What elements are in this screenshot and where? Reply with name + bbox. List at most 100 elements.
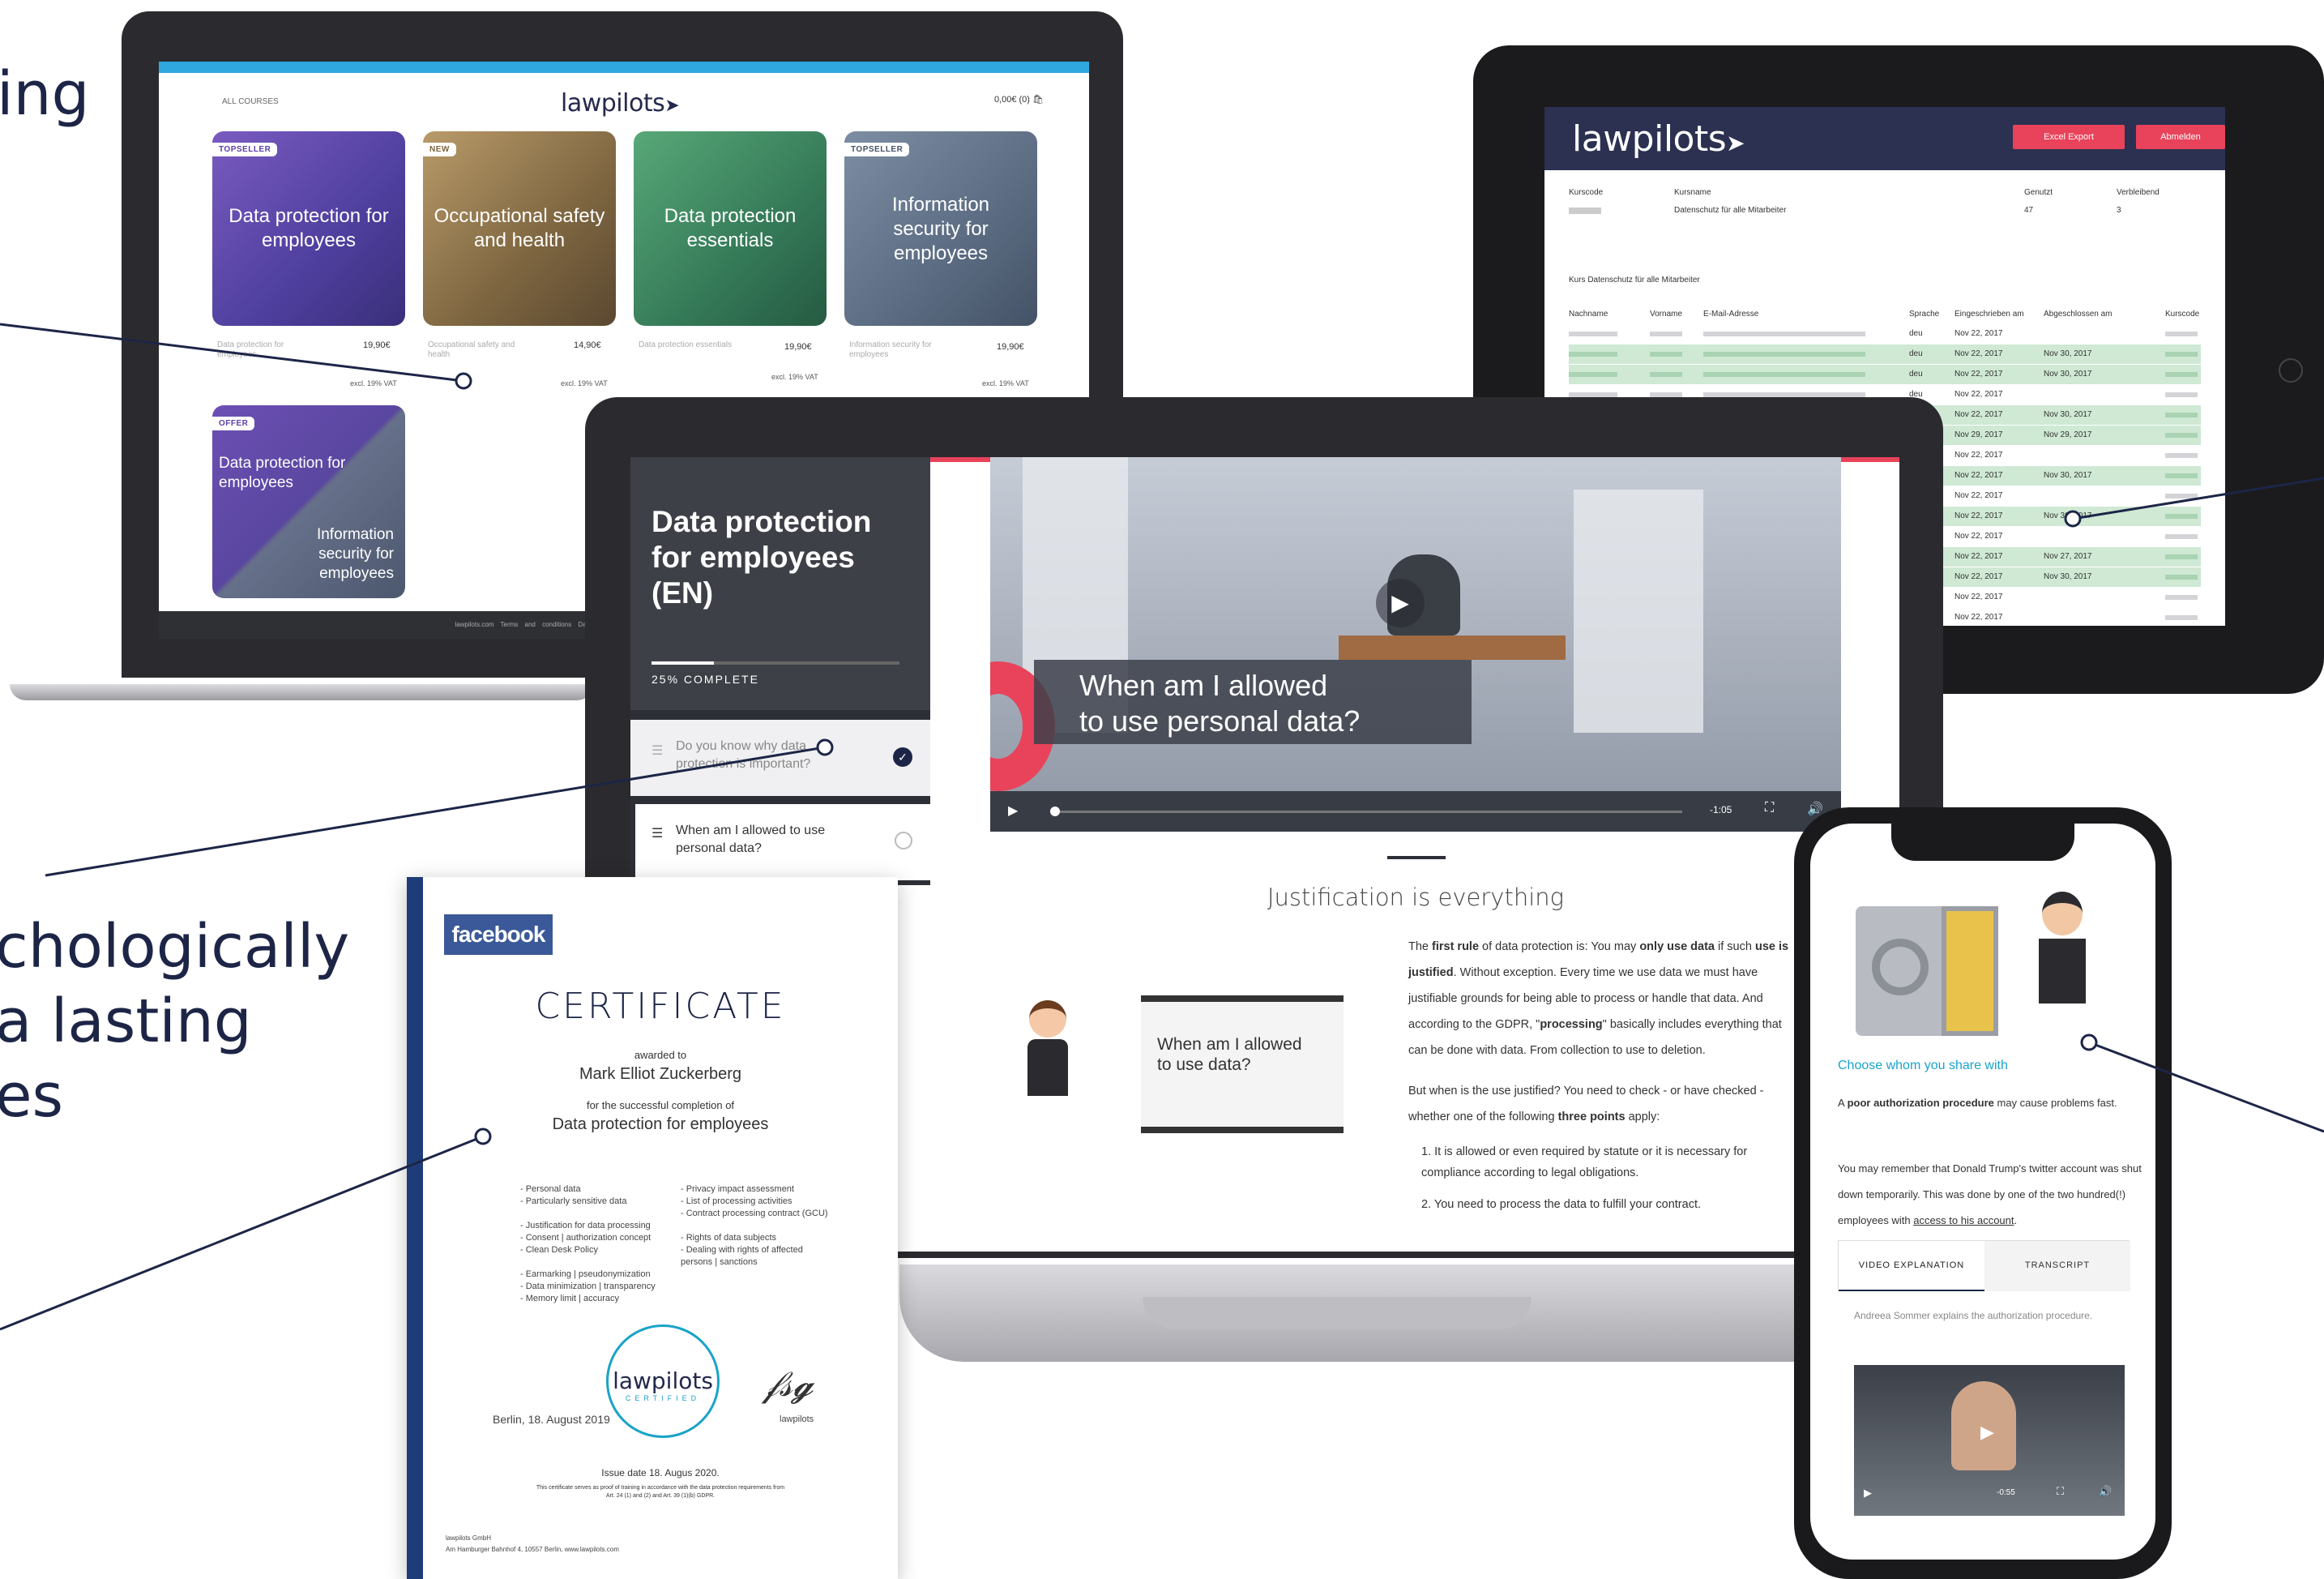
column-header: Vorname [1650,310,1683,319]
redacted-cell [2165,514,2198,519]
redacted-cell [2165,615,2198,620]
account-link[interactable]: access to his account [1913,1214,2014,1226]
seek-handle[interactable] [1050,807,1060,816]
lesson-item-1[interactable]: ☰ Do you know why data protection is imp… [630,720,930,796]
cart-summary[interactable]: 0,00€ (0) 🛍 [994,94,1044,105]
card-vat: excl. 19% VAT [771,373,818,381]
certificate-topic: - Data minimization | transparency [520,1282,656,1291]
topseller-badge: TOPSELLER [212,143,278,156]
summary-value: 3 [2117,206,2121,215]
table-cell: Nov 22, 2017 [1954,349,2003,358]
board-text: When am I allowed to use data? [1157,1035,1302,1074]
certificate-topic: - Memory limit | accuracy [520,1294,620,1303]
play-button[interactable]: ▶ [1008,802,1018,819]
all-courses-link[interactable]: ALL COURSES [222,97,279,106]
summary-header: Kursname [1674,188,1711,197]
table-row: deu Nov 22, 2017 Nov 30, 2017 [1569,344,2201,364]
table-cell: Nov 29, 2017 [2044,430,2092,439]
awarded-label: awarded to [634,1049,687,1061]
play-button[interactable]: ▶ [1864,1487,1872,1500]
column-header: E-Mail-Adresse [1703,310,1759,319]
summary-header: Verbleibend [2117,188,2160,197]
volume-icon[interactable]: 🔊 [2099,1485,2112,1498]
certificate-topic: - Contract processing contract (GCU) [681,1209,828,1218]
fullscreen-icon[interactable]: ⛶ [2057,1485,2064,1498]
table-cell: Nov 22, 2017 [1954,451,2003,460]
play-icon[interactable]: ▶ [1376,579,1425,627]
column-header: Abgeschlossen am [2044,310,2113,319]
cart-icon: 🛍 [1032,95,1044,105]
phone-video[interactable]: ▶ ▶ -0:55 ⛶ 🔊 [1854,1365,2125,1516]
certificate-topic: - Rights of data subjects [681,1233,777,1243]
course-card-offer[interactable]: OFFER Data protection for employees Info… [212,405,405,598]
company-address: Am Hamburger Bahnhof 4, 10557 Berlin, ww… [446,1546,619,1553]
table-row: deu Nov 22, 2017 Nov 30, 2017 [1569,365,2201,384]
shop-logo[interactable]: lawpilots➤ [561,89,680,118]
home-button[interactable] [2279,358,2303,383]
redacted-cell [1703,352,1865,357]
signature: 𝒻𝓈𝓰 [763,1363,814,1405]
tab-video-explanation[interactable]: VIDEO EXPLANATION [1839,1241,1984,1291]
seek-bar[interactable] [1050,807,1682,816]
lesson-text: The first rule of data protection is: Yo… [1408,934,1789,1217]
summary-value: 47 [2024,206,2034,215]
seal-name: lawpilots [613,1367,713,1394]
course-card-occupational-safety[interactable]: NEW Occupational safety and health [423,131,616,326]
completion-label: for the successful completion of [586,1099,735,1111]
card-price: 14,90€ [574,340,601,350]
redacted-cell [2165,332,2198,336]
course-card-title: Occupational safety and health [434,205,605,251]
certificate-topic: - Dealing with rights of affected [681,1245,803,1255]
paragraph-1: The first rule of data protection is: Yo… [1408,940,1789,1057]
phone-paragraph-1: A poor authorization procedure may cause… [1838,1097,2117,1109]
excel-export-button[interactable]: Excel Export [2013,125,2125,149]
logout-button[interactable]: Abmelden [2136,125,2225,149]
businessman-illustration [2034,892,2091,1038]
fullscreen-icon[interactable]: ⛶ [1765,801,1774,815]
signature-label: lawpilots [780,1414,814,1424]
progress-fill [651,661,714,665]
certificate-topic: persons | sanctions [681,1257,758,1267]
course-card-infosec[interactable]: TOPSELLER Information security for emplo… [844,131,1037,326]
course-card-data-protection[interactable]: TOPSELLER Data protection for employees [212,131,405,326]
redacted-cell [2165,494,2198,499]
topseller-badge: TOPSELLER [844,143,910,156]
redacted-cell [2165,534,2198,539]
card-price: 19,90€ [363,340,391,350]
headline-line-1: chologically [0,912,350,982]
play-icon[interactable]: ▶ [1980,1422,1994,1443]
course-title: Data protection for employees (EN) [651,505,872,610]
lesson-item-2[interactable]: ☰ When am I allowed to use personal data… [630,804,930,880]
video-caption: When am I allowed to use personal data? [1034,660,1472,744]
course-card-title: Data protection for employees [229,205,389,251]
table-cell: Nov 30, 2017 [2044,410,2092,419]
card-subtitle: Information security for employees [849,340,932,359]
laptop-notch [1143,1297,1532,1329]
check-icon: ✓ [893,747,912,767]
tab-transcript[interactable]: TRANSCRIPT [1984,1241,2130,1291]
caption-line: to use personal data? [1079,704,1361,738]
table-cell: Nov 22, 2017 [1954,511,2003,520]
table-cell: Nov 30, 2017 [2044,471,2092,480]
offer-title-a: Data protection for employees [219,455,346,491]
paper-plane-icon: ➤ [664,96,680,116]
course-card-title: Information security for employees [891,194,990,264]
table-cell: Nov 22, 2017 [1954,572,2003,581]
phone-heading: Choose whom you share with [1838,1059,2008,1072]
topics-right: - Privacy impact assessment - List of pro… [681,1183,828,1269]
headline-line-2: a lasting [0,986,252,1056]
headline-fragment-top: ing [0,59,90,129]
recipient-name: Mark Elliot Zuckerberg [579,1065,742,1083]
course-card-essentials[interactable]: Data protection essentials [634,131,827,326]
table-cell: Nov 22, 2017 [1954,552,2003,561]
circle-icon [895,832,912,849]
course-header: Data protection for employees (EN) 25% C… [630,457,930,710]
certificate-topic: - Privacy impact assessment [681,1184,794,1194]
card-subtitle: Data protection for employees [217,340,284,359]
card-vat: excl. 19% VAT [982,379,1029,387]
video-time: -1:05 [1710,804,1732,815]
offer-badge: OFFER [212,417,255,430]
video-player[interactable]: ▶ When am I allowed to use personal data… [990,457,1841,832]
users-table-header: Nachname Vorname E-Mail-Adresse Sprache … [1569,305,2201,324]
redacted-cell [2165,575,2198,580]
